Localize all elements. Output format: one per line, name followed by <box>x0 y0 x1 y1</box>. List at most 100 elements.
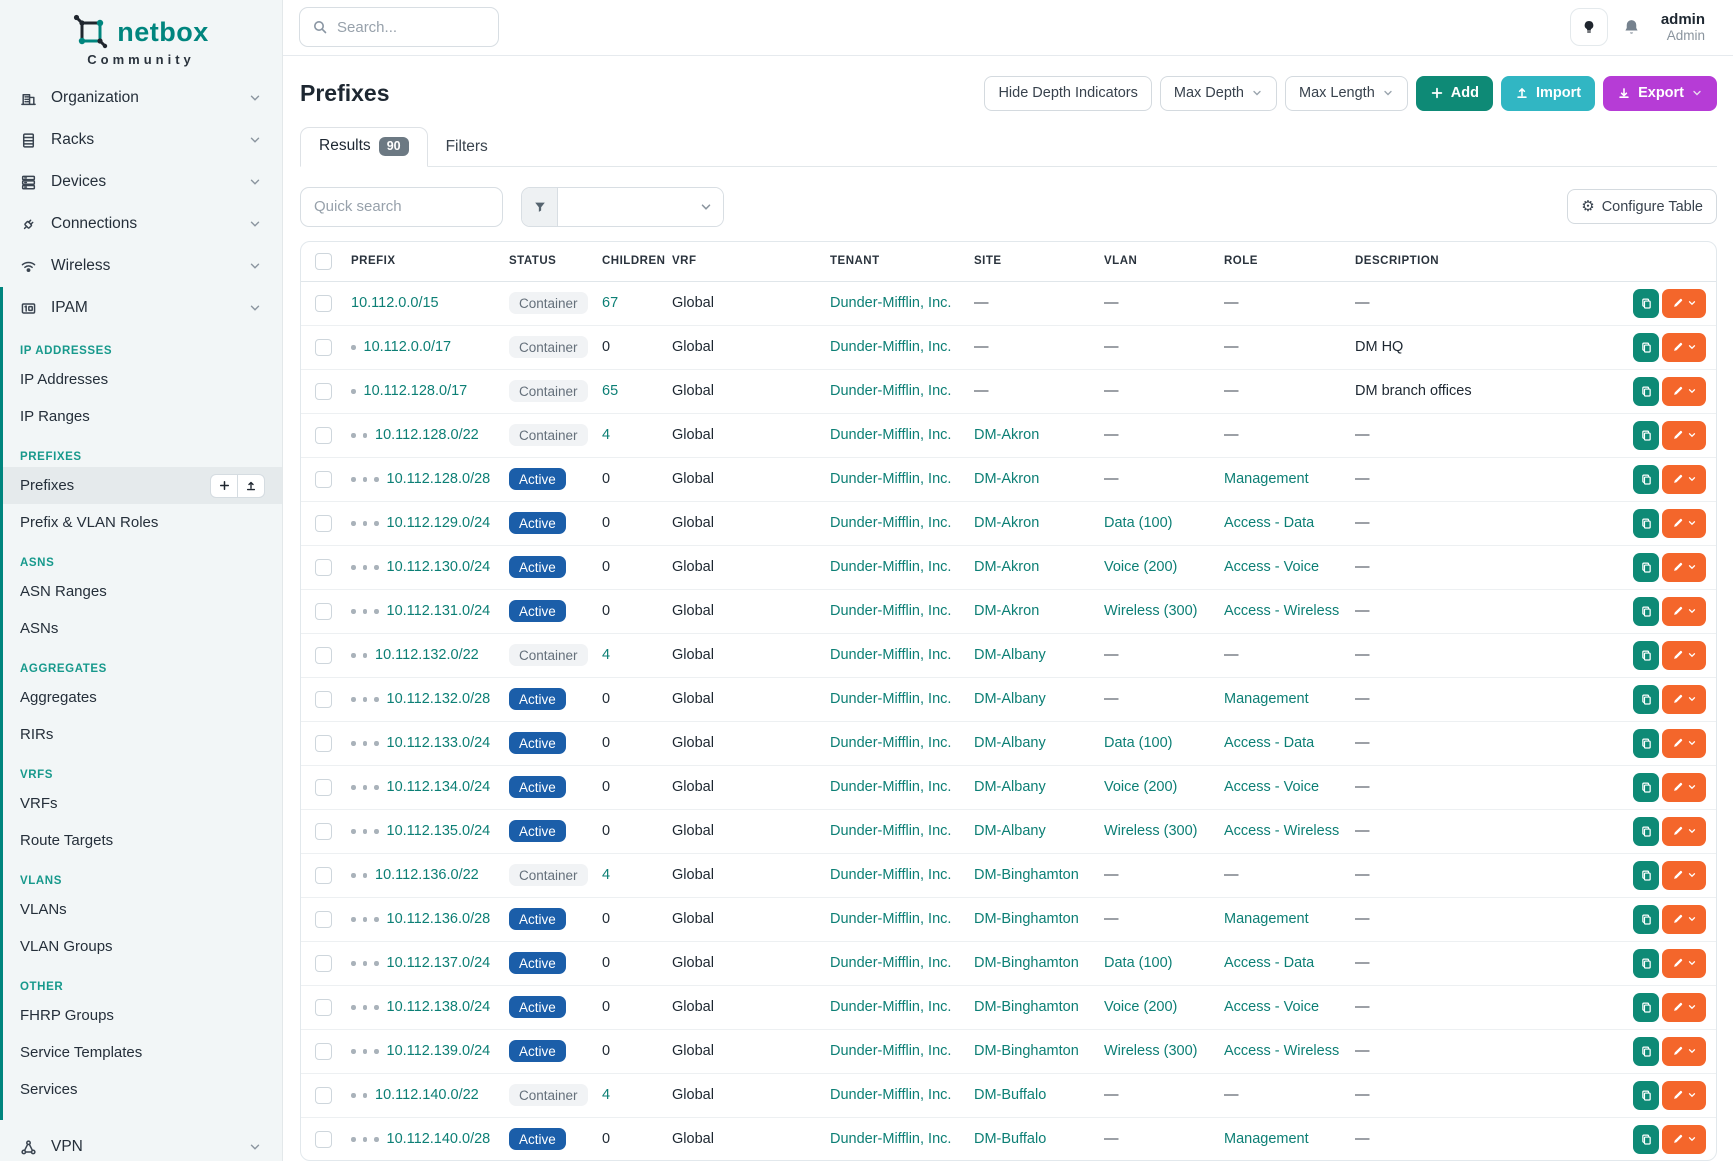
site-link[interactable]: DM-Buffalo <box>974 1087 1046 1103</box>
clone-button[interactable] <box>1633 685 1659 714</box>
edit-button[interactable] <box>1662 597 1706 626</box>
row-checkbox[interactable] <box>315 339 332 356</box>
edit-button[interactable] <box>1662 377 1706 406</box>
theme-toggle-button[interactable] <box>1570 8 1608 46</box>
column-header-role[interactable]: ROLE <box>1224 255 1355 267</box>
role-link[interactable]: Access - Data <box>1224 515 1314 531</box>
sidebar-item-prefix-vlan-roles[interactable]: Prefix & VLAN Roles <box>3 504 282 541</box>
max-depth-dropdown[interactable]: Max Depth <box>1160 76 1277 111</box>
tenant-link[interactable]: Dunder-Mifflin, Inc. <box>830 779 951 795</box>
prefix-link[interactable]: 10.112.137.0/24 <box>387 955 491 971</box>
hide-depth-indicators-button[interactable]: Hide Depth Indicators <box>984 76 1151 111</box>
edit-button[interactable] <box>1662 509 1706 538</box>
vlan-link[interactable]: Data (100) <box>1104 955 1173 971</box>
site-link[interactable]: DM-Binghamton <box>974 999 1079 1015</box>
row-checkbox[interactable] <box>315 559 332 576</box>
saved-filter-select[interactable] <box>558 188 723 226</box>
site-link[interactable]: DM-Binghamton <box>974 955 1079 971</box>
row-checkbox[interactable] <box>315 295 332 312</box>
prefix-link[interactable]: 10.112.128.0/22 <box>375 427 479 443</box>
prefix-link[interactable]: 10.112.128.0/28 <box>387 471 491 487</box>
prefix-link[interactable]: 10.112.0.0/15 <box>351 295 439 311</box>
edit-button[interactable] <box>1662 289 1706 318</box>
sidebar-item-vpn[interactable]: VPN <box>0 1126 282 1161</box>
logo[interactable]: netbox Community <box>0 0 282 77</box>
column-header-description[interactable]: DESCRIPTION <box>1355 255 1614 267</box>
user-menu[interactable]: admin Admin <box>1661 11 1705 44</box>
vlan-link[interactable]: Wireless (300) <box>1104 1043 1197 1059</box>
prefix-link[interactable]: 10.112.136.0/22 <box>375 867 479 883</box>
clone-button[interactable] <box>1633 905 1659 934</box>
role-link[interactable]: Access - Data <box>1224 955 1314 971</box>
prefix-link[interactable]: 10.112.140.0/22 <box>375 1087 479 1103</box>
role-link[interactable]: Access - Voice <box>1224 779 1319 795</box>
clone-button[interactable] <box>1633 1081 1659 1110</box>
prefix-link[interactable]: 10.112.129.0/24 <box>387 515 491 531</box>
row-checkbox[interactable] <box>315 383 332 400</box>
edit-button[interactable] <box>1662 773 1706 802</box>
site-link[interactable]: DM-Akron <box>974 427 1039 443</box>
edit-button[interactable] <box>1662 641 1706 670</box>
prefix-link[interactable]: 10.112.139.0/24 <box>387 1043 491 1059</box>
tenant-link[interactable]: Dunder-Mifflin, Inc. <box>830 911 951 927</box>
tenant-link[interactable]: Dunder-Mifflin, Inc. <box>830 1043 951 1059</box>
edit-button[interactable] <box>1662 333 1706 362</box>
site-link[interactable]: DM-Binghamton <box>974 1043 1079 1059</box>
column-header-tenant[interactable]: TENANT <box>830 255 974 267</box>
row-checkbox[interactable] <box>315 823 332 840</box>
edit-button[interactable] <box>1662 949 1706 978</box>
sidebar-item-fhrp-groups[interactable]: FHRP Groups <box>3 997 282 1034</box>
search-input[interactable] <box>337 19 467 36</box>
clone-button[interactable] <box>1633 553 1659 582</box>
clone-button[interactable] <box>1633 421 1659 450</box>
tenant-link[interactable]: Dunder-Mifflin, Inc. <box>830 339 951 355</box>
vlan-link[interactable]: Wireless (300) <box>1104 823 1197 839</box>
sidebar-item-vlan-groups[interactable]: VLAN Groups <box>3 928 282 965</box>
role-link[interactable]: Management <box>1224 691 1309 707</box>
row-checkbox[interactable] <box>315 515 332 532</box>
column-header-status[interactable]: STATUS <box>509 255 602 267</box>
site-link[interactable]: DM-Buffalo <box>974 1131 1046 1147</box>
vlan-link[interactable]: Data (100) <box>1104 515 1173 531</box>
add-button[interactable]: Add <box>1416 76 1493 111</box>
sidebar-item-racks[interactable]: Racks <box>0 119 282 161</box>
vlan-link[interactable]: Voice (200) <box>1104 999 1177 1015</box>
sidebar-item-connections[interactable]: Connections <box>0 203 282 245</box>
sidebar-item-rirs[interactable]: RIRs <box>3 716 282 753</box>
children-link[interactable]: 4 <box>602 647 610 663</box>
prefix-link[interactable]: 10.112.134.0/24 <box>387 779 491 795</box>
clone-button[interactable] <box>1633 817 1659 846</box>
row-checkbox[interactable] <box>315 779 332 796</box>
edit-button[interactable] <box>1662 861 1706 890</box>
clone-button[interactable] <box>1633 993 1659 1022</box>
site-link[interactable]: DM-Albany <box>974 735 1046 751</box>
site-link[interactable]: DM-Akron <box>974 471 1039 487</box>
clone-button[interactable] <box>1633 641 1659 670</box>
row-checkbox[interactable] <box>315 911 332 928</box>
sidebar-item-route-targets[interactable]: Route Targets <box>3 822 282 859</box>
column-header-vlan[interactable]: VLAN <box>1104 255 1224 267</box>
sidebar-item-service-templates[interactable]: Service Templates <box>3 1034 282 1071</box>
max-length-dropdown[interactable]: Max Length <box>1285 76 1408 111</box>
quick-search-input[interactable] <box>300 187 503 227</box>
edit-button[interactable] <box>1662 421 1706 450</box>
tenant-link[interactable]: Dunder-Mifflin, Inc. <box>830 955 951 971</box>
clone-button[interactable] <box>1633 949 1659 978</box>
sidebar-item-vrfs[interactable]: VRFs <box>3 785 282 822</box>
edit-button[interactable] <box>1662 1037 1706 1066</box>
site-link[interactable]: DM-Albany <box>974 779 1046 795</box>
tenant-link[interactable]: Dunder-Mifflin, Inc. <box>830 1131 951 1147</box>
sidebar-item-ip-addresses[interactable]: IP Addresses <box>3 361 282 398</box>
tenant-link[interactable]: Dunder-Mifflin, Inc. <box>830 383 951 399</box>
tenant-link[interactable]: Dunder-Mifflin, Inc. <box>830 867 951 883</box>
sidebar-item-services[interactable]: Services <box>3 1071 282 1108</box>
add-prefix-mini-button[interactable] <box>210 474 238 498</box>
column-header-prefix[interactable]: PREFIX <box>351 255 509 267</box>
site-link[interactable]: DM-Albany <box>974 691 1046 707</box>
export-button[interactable]: Export <box>1603 76 1717 111</box>
children-link[interactable]: 65 <box>602 383 618 399</box>
role-link[interactable]: Management <box>1224 471 1309 487</box>
sidebar-item-ip-ranges[interactable]: IP Ranges <box>3 398 282 435</box>
tenant-link[interactable]: Dunder-Mifflin, Inc. <box>830 999 951 1015</box>
site-link[interactable]: DM-Albany <box>974 823 1046 839</box>
